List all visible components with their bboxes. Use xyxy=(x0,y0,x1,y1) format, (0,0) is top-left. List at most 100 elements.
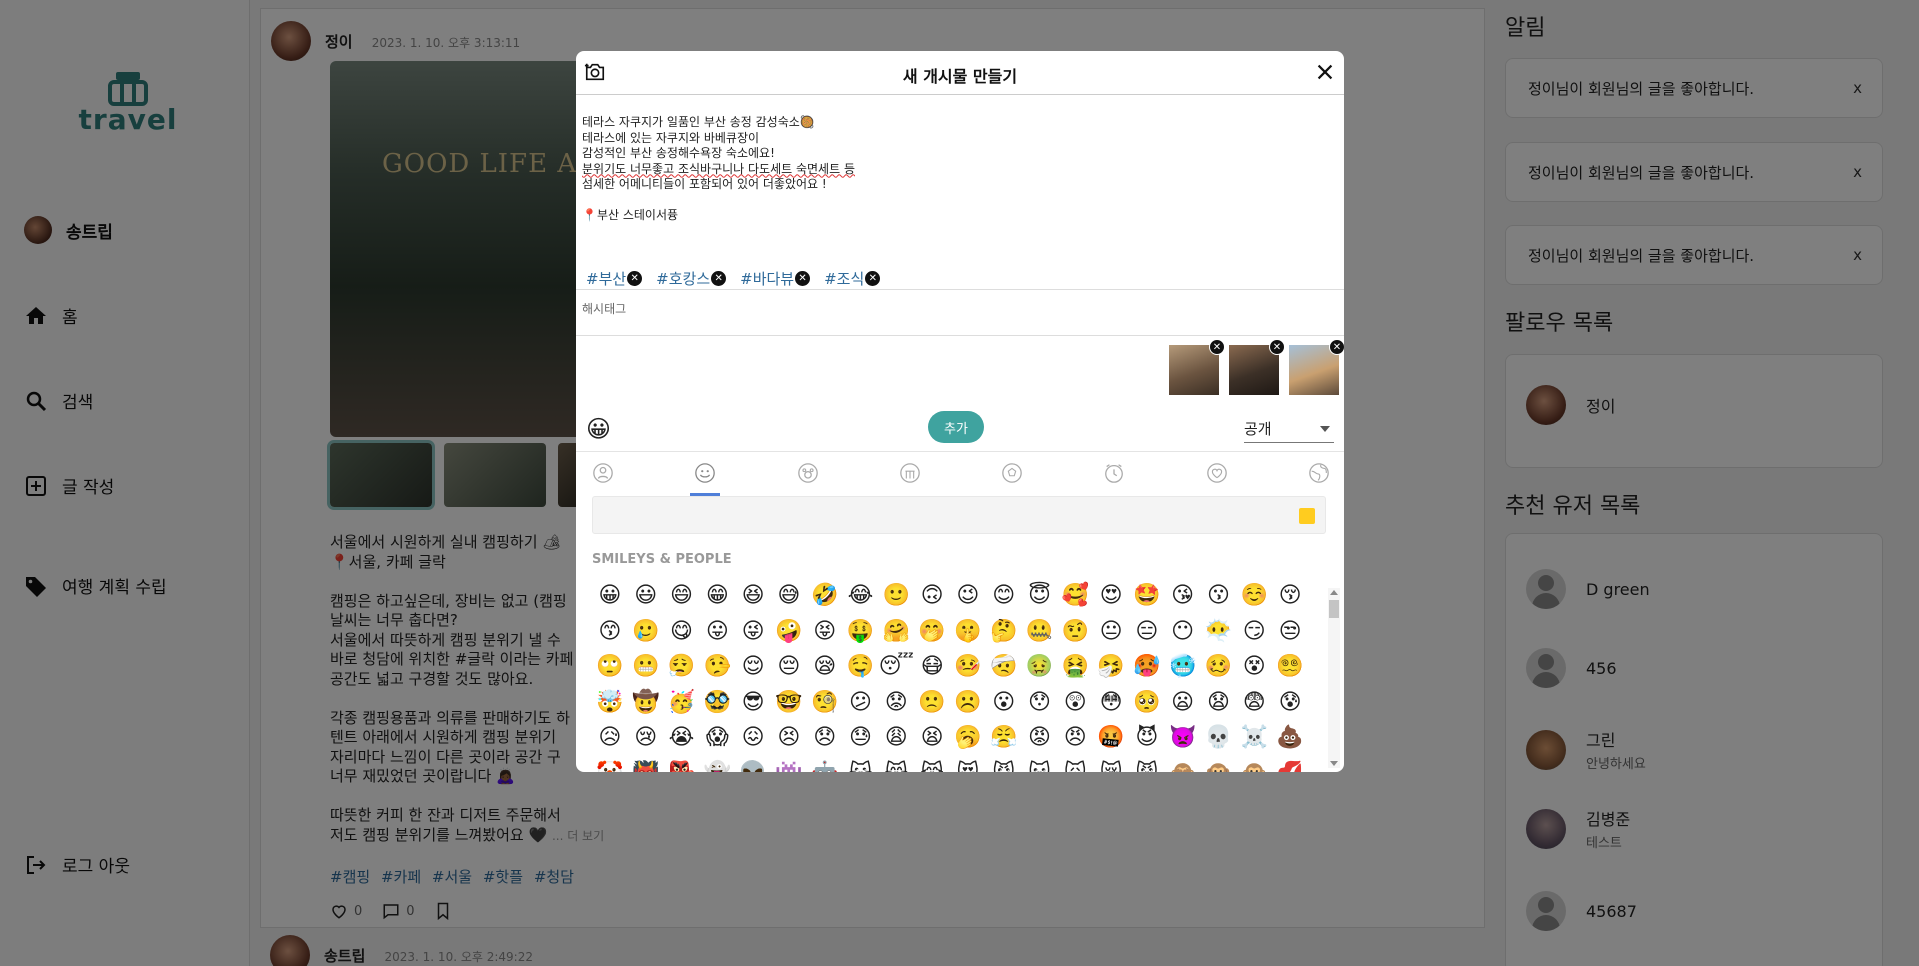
emoji-option[interactable]: 😫 xyxy=(914,720,950,756)
emoji-option[interactable]: 😇 xyxy=(1022,578,1058,614)
emoji-option[interactable]: 🥱 xyxy=(950,720,986,756)
post-content-editor[interactable]: 테라스 자쿠지가 일품인 부산 송정 감성숙소🥘 테라스에 있는 자쿠지와 바베큐… xyxy=(582,115,855,224)
emoji-option[interactable]: 🥵 xyxy=(1129,649,1165,685)
remove-icon[interactable]: ✕ xyxy=(1269,339,1285,355)
emoji-option[interactable]: 🙂 xyxy=(878,578,914,614)
image-preview[interactable]: ✕ xyxy=(1229,339,1285,395)
emoji-option[interactable]: 😩 xyxy=(878,720,914,756)
emoji-category-tab[interactable] xyxy=(592,462,614,484)
emoji-option[interactable]: 😯 xyxy=(1022,685,1058,721)
emoji-option[interactable]: 🤓 xyxy=(771,685,807,721)
emoji-option[interactable]: 😱 xyxy=(699,720,735,756)
emoji-category-tab[interactable] xyxy=(1308,462,1330,484)
emoji-option[interactable]: 😶‍🌫️ xyxy=(1201,614,1237,650)
emoji-option[interactable]: 😜 xyxy=(735,614,771,650)
emoji-option[interactable]: 😢 xyxy=(628,720,664,756)
emoji-option[interactable]: 🤮 xyxy=(1057,649,1093,685)
emoji-option[interactable]: 😋 xyxy=(664,614,700,650)
emoji-option[interactable]: 😎 xyxy=(735,685,771,721)
emoji-option[interactable]: ☺️ xyxy=(1236,578,1272,614)
emoji-option[interactable]: 😰 xyxy=(1272,685,1308,721)
emoji-option[interactable]: 😏 xyxy=(1236,614,1272,650)
emoji-option[interactable]: 🥲 xyxy=(628,614,664,650)
emoji-option[interactable]: 😟 xyxy=(878,685,914,721)
emoji-option[interactable]: 😬 xyxy=(628,649,664,685)
image-preview[interactable]: ✕ xyxy=(1169,339,1225,395)
emoji-option[interactable]: 😵 xyxy=(1236,649,1272,685)
emoji-scrollbar[interactable] xyxy=(1328,588,1340,768)
emoji-option[interactable]: 😹 xyxy=(914,756,950,773)
emoji-option[interactable]: 😝 xyxy=(807,614,843,650)
emoji-option[interactable]: 😪 xyxy=(807,649,843,685)
emoji-category-tab[interactable] xyxy=(1001,462,1023,484)
emoji-option[interactable]: 😀 xyxy=(592,578,628,614)
emoji-option[interactable]: 🙊 xyxy=(1236,756,1272,773)
scroll-down-icon[interactable] xyxy=(1330,761,1338,766)
emoji-option[interactable]: 🤣 xyxy=(807,578,843,614)
emoji-category-tab[interactable] xyxy=(1103,462,1125,484)
emoji-option[interactable]: 😊 xyxy=(986,578,1022,614)
emoji-option[interactable]: 🤡 xyxy=(592,756,628,773)
emoji-option[interactable]: 🙁 xyxy=(914,685,950,721)
emoji-option[interactable]: 😍 xyxy=(1093,578,1129,614)
emoji-option[interactable]: ☹️ xyxy=(950,685,986,721)
emoji-option[interactable]: 🤧 xyxy=(1093,649,1129,685)
emoji-option[interactable]: 🤑 xyxy=(843,614,879,650)
emoji-option[interactable]: 🥺 xyxy=(1129,685,1165,721)
emoji-option[interactable]: 😠 xyxy=(1057,720,1093,756)
emoji-option[interactable]: 🤢 xyxy=(1022,649,1058,685)
emoji-option[interactable]: 😡 xyxy=(1022,720,1058,756)
emoji-option[interactable]: 😽 xyxy=(1022,756,1058,773)
emoji-option[interactable]: 🤒 xyxy=(950,649,986,685)
emoji-option[interactable]: 💩 xyxy=(1272,720,1308,756)
emoji-option[interactable]: 😶 xyxy=(1165,614,1201,650)
emoji-option[interactable]: 😙 xyxy=(592,614,628,650)
emoji-option[interactable]: 🤔 xyxy=(986,614,1022,650)
emoji-option[interactable]: 😭 xyxy=(664,720,700,756)
emoji-option[interactable]: 🥴 xyxy=(1201,649,1237,685)
emoji-picker-button[interactable]: 😀 xyxy=(586,416,611,442)
image-preview[interactable]: ✕ xyxy=(1289,339,1344,395)
emoji-option[interactable]: ☠️ xyxy=(1236,720,1272,756)
emoji-option[interactable]: 😾 xyxy=(1129,756,1165,773)
emoji-option[interactable]: 😮 xyxy=(986,685,1022,721)
emoji-option[interactable]: 😴 xyxy=(878,649,914,685)
emoji-option[interactable]: 🤐 xyxy=(1022,614,1058,650)
emoji-option[interactable]: 💋 xyxy=(1272,756,1308,773)
emoji-option[interactable]: 👺 xyxy=(664,756,700,773)
emoji-option[interactable]: 😲 xyxy=(1057,685,1093,721)
emoji-option[interactable]: 😨 xyxy=(1236,685,1272,721)
close-icon[interactable] xyxy=(1314,61,1336,83)
emoji-option[interactable]: 😤 xyxy=(986,720,1022,756)
remove-icon[interactable]: ✕ xyxy=(1329,339,1344,355)
emoji-option[interactable]: 😐 xyxy=(1093,614,1129,650)
emoji-option[interactable]: 🥸 xyxy=(699,685,735,721)
emoji-option[interactable]: 😃 xyxy=(628,578,664,614)
emoji-option[interactable]: 😥 xyxy=(592,720,628,756)
emoji-option[interactable]: 😚 xyxy=(1272,578,1308,614)
emoji-option[interactable]: 👾 xyxy=(771,756,807,773)
emoji-option[interactable]: 🤯 xyxy=(592,685,628,721)
remove-icon[interactable]: ✕ xyxy=(865,271,881,286)
emoji-option[interactable]: 😞 xyxy=(807,720,843,756)
emoji-option[interactable]: 🙉 xyxy=(1201,756,1237,773)
emoji-option[interactable]: 😘 xyxy=(1165,578,1201,614)
emoji-option[interactable]: 😒 xyxy=(1272,614,1308,650)
skin-tone-selector[interactable] xyxy=(1299,508,1315,524)
emoji-option[interactable]: 🥳 xyxy=(664,685,700,721)
emoji-option[interactable]: 😈 xyxy=(1129,720,1165,756)
emoji-option[interactable]: 👽 xyxy=(735,756,771,773)
emoji-option[interactable]: 😕 xyxy=(843,685,879,721)
remove-icon[interactable]: ✕ xyxy=(1209,339,1225,355)
emoji-option[interactable]: 😼 xyxy=(986,756,1022,773)
scroll-up-icon[interactable] xyxy=(1330,590,1338,595)
emoji-option[interactable]: 🧐 xyxy=(807,685,843,721)
emoji-option[interactable]: 🤪 xyxy=(771,614,807,650)
emoji-option[interactable]: 😛 xyxy=(699,614,735,650)
emoji-option[interactable]: 🤫 xyxy=(950,614,986,650)
emoji-option[interactable]: 😺 xyxy=(843,756,879,773)
remove-icon[interactable]: ✕ xyxy=(711,271,727,286)
emoji-option[interactable]: 💀 xyxy=(1201,720,1237,756)
emoji-option[interactable]: 😌 xyxy=(735,649,771,685)
emoji-option[interactable]: 😓 xyxy=(843,720,879,756)
